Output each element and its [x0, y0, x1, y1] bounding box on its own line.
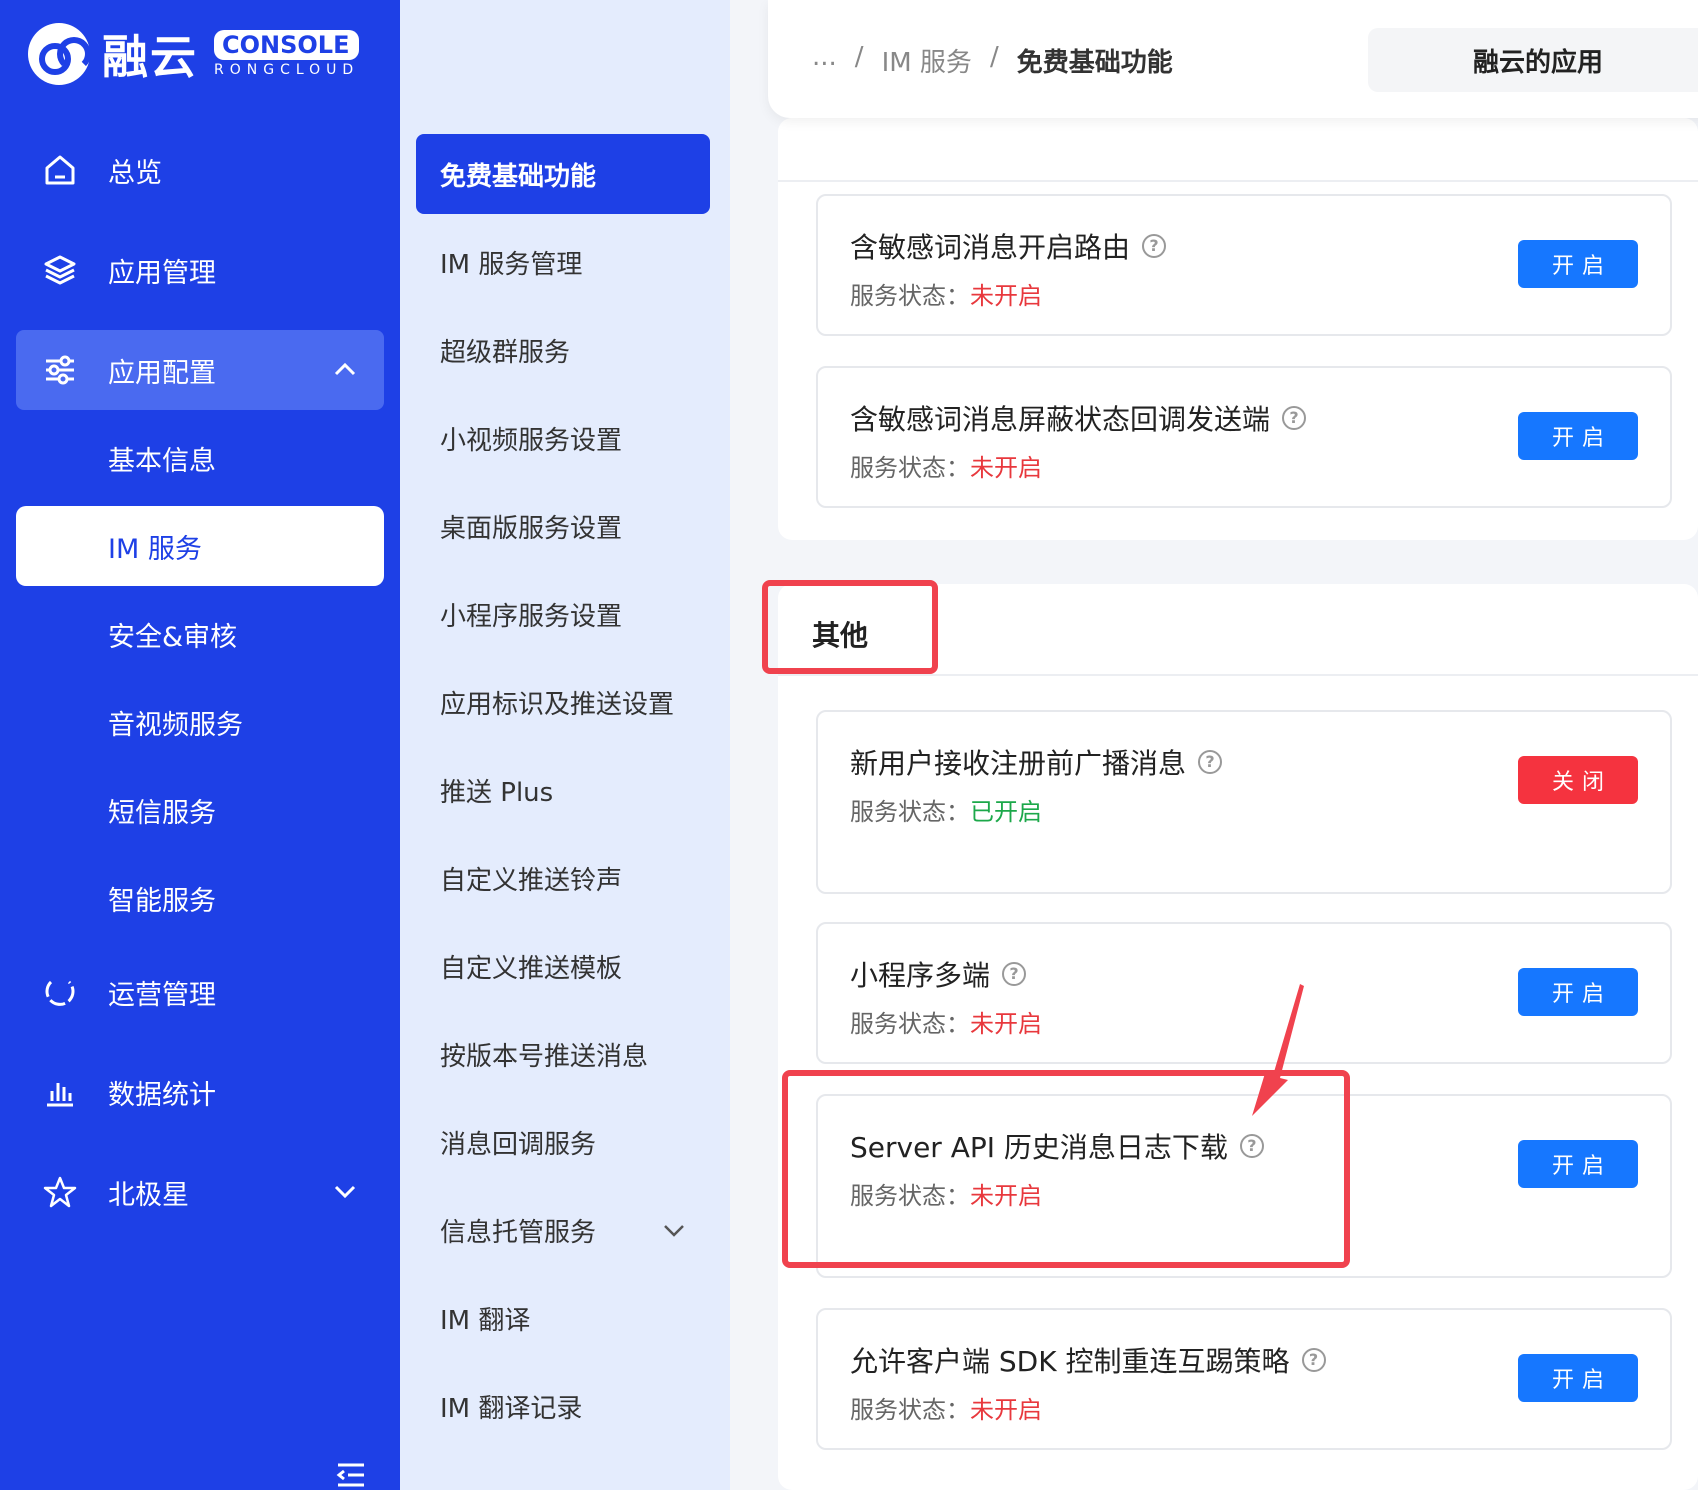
- sliders-icon: [40, 350, 80, 390]
- menu2-item[interactable]: 免费基础功能: [416, 134, 710, 214]
- feature-title: 新用户接收注册前广播消息 ?: [850, 742, 1223, 782]
- feature-title: 含敏感词消息屏蔽状态回调发送端 ?: [850, 398, 1307, 438]
- chevron-down-icon: [662, 1218, 686, 1249]
- help-icon[interactable]: ?: [1282, 406, 1307, 430]
- enable-button[interactable]: 开启: [1518, 968, 1638, 1016]
- menu2-item[interactable]: 自定义推送模板: [416, 926, 710, 1006]
- help-icon[interactable]: ?: [1198, 750, 1223, 774]
- menu2-item[interactable]: 桌面版服务设置: [416, 486, 710, 566]
- sub-item-basic-info[interactable]: 基本信息: [16, 418, 384, 498]
- menu2-item[interactable]: 小程序服务设置: [416, 574, 710, 654]
- primary-sidebar: 融云 CONSOLE RONGCLOUD 总览 应用管理 应用配置 基本信息 I…: [0, 0, 400, 1490]
- menu2-item[interactable]: 应用标识及推送设置: [416, 662, 710, 742]
- chevron-up-icon: [332, 356, 358, 389]
- feature-card: 允许客户端 SDK 控制重连互踢策略 ? 服务状态：未开启 开启: [816, 1308, 1672, 1450]
- menu2-label: 信息托管服务: [440, 1217, 597, 1248]
- top-bar: ... / IM 服务 / 免费基础功能 融云的应用: [768, 0, 1698, 118]
- nav-label: 总览: [108, 157, 162, 189]
- highlight-box: [762, 580, 938, 674]
- menu2-item[interactable]: 小视频服务设置: [416, 398, 710, 478]
- rongcloud-logo-icon: [28, 23, 91, 85]
- feature-card: 新用户接收注册前广播消息 ? 服务状态：已开启 关闭: [816, 710, 1672, 894]
- nav-item-operations[interactable]: 运营管理: [16, 952, 384, 1032]
- nav-label: 北极星: [108, 1179, 189, 1211]
- sub-item-im-service[interactable]: IM 服务: [16, 506, 384, 586]
- sub-item-security[interactable]: 安全&审核: [16, 594, 384, 674]
- annotation-arrow-icon: [1252, 984, 1304, 1116]
- main-nav: 总览 应用管理 应用配置 基本信息 IM 服务 安全&审核 音视频服务 短信服务…: [16, 130, 384, 1252]
- logo-sub-text: RONGCLOUD: [214, 62, 360, 78]
- feature-status: 服务状态：未开启: [850, 1396, 1042, 1424]
- feature-status: 服务状态：已开启: [850, 798, 1042, 826]
- feature-title: 含敏感词消息开启路由 ?: [850, 226, 1167, 266]
- breadcrumb-separator: /: [854, 42, 864, 72]
- chevron-down-icon: [332, 1178, 358, 1211]
- logo-console-text: CONSOLE: [214, 30, 360, 60]
- bar-chart-icon: [40, 1072, 80, 1112]
- sub-item-sms-service[interactable]: 短信服务: [16, 770, 384, 850]
- refresh-cycle-icon: [40, 972, 80, 1012]
- star-icon: [40, 1172, 80, 1212]
- help-icon[interactable]: ?: [1142, 234, 1167, 258]
- sub-item-smart-service[interactable]: 智能服务: [16, 858, 384, 938]
- feature-card: 含敏感词消息屏蔽状态回调发送端 ? 服务状态：未开启 开启: [816, 366, 1672, 508]
- secondary-menu: 免费基础功能 IM 服务管理 超级群服务 小视频服务设置 桌面版服务设置 小程序…: [400, 0, 730, 1490]
- layers-icon: [40, 250, 80, 290]
- breadcrumb-separator: /: [989, 42, 999, 72]
- app-selector[interactable]: 融云的应用: [1368, 28, 1698, 92]
- nav-label: 应用管理: [108, 257, 216, 289]
- enable-button[interactable]: 开启: [1518, 1140, 1638, 1188]
- breadcrumb-parent[interactable]: IM 服务: [882, 42, 972, 79]
- nav-item-app-config[interactable]: 应用配置: [16, 330, 384, 410]
- feature-status: 服务状态：未开启: [850, 282, 1042, 310]
- collapse-sidebar-icon[interactable]: [336, 1462, 366, 1490]
- logo[interactable]: 融云 CONSOLE RONGCLOUD: [28, 22, 360, 86]
- menu2-item-hosting[interactable]: 信息托管服务: [416, 1190, 710, 1270]
- logo-console: CONSOLE RONGCLOUD: [214, 30, 360, 78]
- menu2-item[interactable]: 推送 Plus: [416, 750, 710, 830]
- enable-button[interactable]: 开启: [1518, 1354, 1638, 1402]
- nav-item-statistics[interactable]: 数据统计: [16, 1052, 384, 1132]
- feature-title: 小程序多端 ?: [850, 954, 1027, 994]
- breadcrumb-ellipsis[interactable]: ...: [812, 42, 837, 79]
- nav-item-app-management[interactable]: 应用管理: [16, 230, 384, 310]
- menu2-item[interactable]: 自定义推送铃声: [416, 838, 710, 918]
- nav-item-polaris[interactable]: 北极星: [16, 1152, 384, 1232]
- feature-card: 含敏感词消息开启路由 ? 服务状态：未开启 开启: [816, 194, 1672, 336]
- feature-title: 允许客户端 SDK 控制重连互踢策略 ?: [850, 1340, 1326, 1380]
- nav-label: 运营管理: [108, 979, 216, 1011]
- feature-status: 服务状态：未开启: [850, 454, 1042, 482]
- home-icon: [40, 150, 80, 190]
- breadcrumb: ... / IM 服务 / 免费基础功能: [812, 42, 1173, 79]
- enable-button[interactable]: 开启: [1518, 240, 1638, 288]
- nav-label: 数据统计: [108, 1079, 216, 1111]
- menu2-item[interactable]: IM 翻译记录: [416, 1366, 710, 1446]
- nav-item-overview[interactable]: 总览: [16, 130, 384, 210]
- disable-button[interactable]: 关闭: [1518, 756, 1638, 804]
- enable-button[interactable]: 开启: [1518, 412, 1638, 460]
- menu2-item[interactable]: 消息回调服务: [416, 1102, 710, 1182]
- page: 融云 CONSOLE RONGCLOUD 总览 应用管理 应用配置 基本信息 I…: [0, 0, 1698, 1490]
- feature-status: 服务状态：未开启: [850, 1010, 1042, 1038]
- app-selector-label: 融云的应用: [1472, 47, 1603, 78]
- sub-nav: 基本信息 IM 服务 安全&审核 音视频服务 短信服务 智能服务: [16, 418, 384, 938]
- menu2-item[interactable]: IM 服务管理: [416, 222, 710, 302]
- logo-brand: 融云: [102, 30, 198, 84]
- menu2-item[interactable]: IM 翻译: [416, 1278, 710, 1358]
- menu2-item[interactable]: 超级群服务: [416, 310, 710, 390]
- sub-item-av-service[interactable]: 音视频服务: [16, 682, 384, 762]
- breadcrumb-current: 免费基础功能: [1016, 48, 1173, 78]
- help-icon[interactable]: ?: [1002, 962, 1027, 986]
- nav-label: 应用配置: [108, 357, 216, 389]
- menu2-item[interactable]: 按版本号推送消息: [416, 1014, 710, 1094]
- help-icon[interactable]: ?: [1301, 1348, 1326, 1372]
